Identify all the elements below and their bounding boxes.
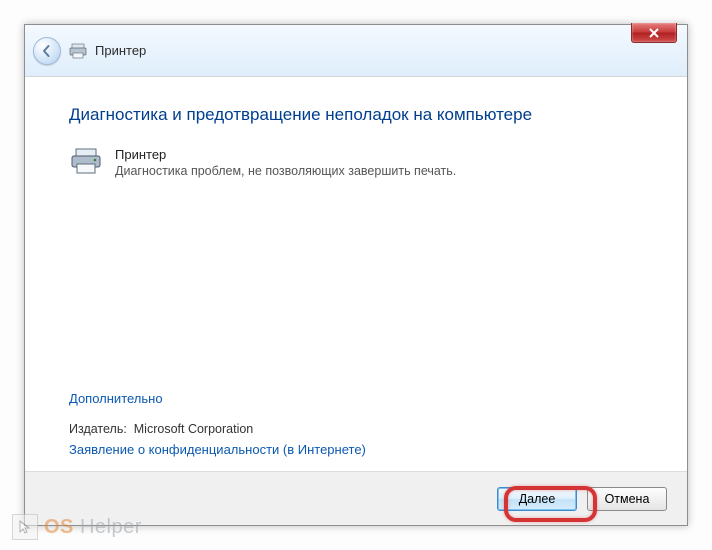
header-title: Принтер [95, 43, 146, 58]
titlebar-controls [631, 23, 677, 47]
publisher-line: Издатель: Microsoft Corporation [69, 422, 366, 436]
back-button[interactable] [33, 37, 61, 65]
content-area: Диагностика и предотвращение неполадок н… [25, 77, 687, 471]
troubleshooter-window: Принтер Диагностика и предотвращение неп… [24, 24, 688, 526]
main-heading: Диагностика и предотвращение неполадок н… [69, 105, 643, 125]
printer-small-icon [69, 43, 87, 59]
item-text: Принтер Диагностика проблем, не позволяю… [115, 147, 456, 178]
bottom-info: Дополнительно Издатель: Microsoft Corpor… [69, 391, 366, 457]
next-button[interactable]: Далее [497, 487, 577, 511]
advanced-link[interactable]: Дополнительно [69, 391, 163, 406]
publisher-value: Microsoft Corporation [134, 422, 254, 436]
privacy-link[interactable]: Заявление о конфиденциальности (в Интерн… [69, 442, 366, 457]
publisher-label: Издатель: [69, 422, 127, 436]
watermark-text: OS Helper [44, 516, 142, 539]
close-icon [648, 28, 660, 38]
cancel-button[interactable]: Отмена [587, 487, 667, 511]
item-description: Диагностика проблем, не позволяющих заве… [115, 164, 456, 178]
item-title: Принтер [115, 147, 456, 162]
header-bar: Принтер [25, 25, 687, 77]
back-arrow-icon [40, 44, 54, 58]
printer-icon [69, 147, 103, 175]
close-button[interactable] [631, 23, 677, 43]
cursor-icon [12, 514, 38, 540]
troubleshoot-item: Принтер Диагностика проблем, не позволяю… [69, 147, 643, 178]
watermark: OS Helper [12, 514, 142, 540]
